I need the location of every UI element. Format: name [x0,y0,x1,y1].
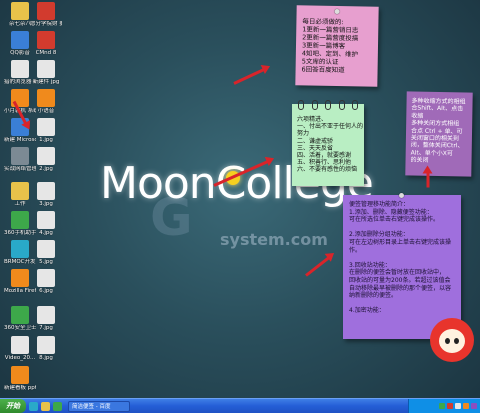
desktop-icon-label: 新建件 jpg [32,79,60,85]
app-icon [11,240,29,258]
desktop[interactable]: G MoonCollege system.com 杂七杂八 QQ影音 猎豹浏览器… [0,0,480,398]
image-file-icon [37,269,55,287]
image-file-icon [37,118,55,136]
folder-icon [11,182,29,200]
desktop-icon-label: 1.jpg [39,137,53,143]
desktop-icon[interactable]: CMnd 8 [30,31,62,56]
desktop-icon[interactable]: 4.jpg [30,211,62,236]
mascot-fox-icon[interactable] [430,318,474,362]
app-icon [37,89,55,107]
desktop-icon[interactable]: 小语音 [30,89,62,114]
sticky-note-text[interactable]: 便签管理移功能简介： 1.添加、删除、隐藏便签功能： 可在所选位单击右键完成该操… [349,201,455,315]
qq-video-icon [11,31,29,49]
start-button[interactable]: 开始 [0,399,26,413]
mascot-face [439,329,465,353]
desktop-icon-label: 8.jpg [39,355,53,361]
image-file-icon [37,211,55,229]
desktop-icon-label: 3.jpg [39,201,53,207]
mascot-eye [454,338,459,344]
desktop-icon-label: 7.jpg [39,325,53,331]
tray-network-icon[interactable] [463,403,469,409]
sticky-note-text[interactable]: 每日必须做的: 1更新一篇营销日志 2更新一篇营度投搞 3更新一篇博客 4知吧、… [302,17,375,74]
sticky-note-daily-tasks[interactable]: 每日必须做的: 1更新一篇营销日志 2更新一篇营度投搞 3更新一篇博客 4知吧、… [295,5,379,87]
red-arrow-icon [426,171,430,188]
image-file-icon [37,60,55,78]
security-icon [11,306,29,324]
sticky-note-shortcuts[interactable]: 多种收缩方式的相组 合Shift、Alt、点击 收缩 多种关闭方式相组 合点 C… [405,91,473,177]
phone-assistant-icon [11,211,29,229]
taskbar-window-button[interactable]: 简洁便签 - 百度 [68,400,130,412]
desktop-icon[interactable]: 5.jpg [30,240,62,265]
app-icon [11,147,29,165]
sticky-note-text[interactable]: 六项精进、 一、付出不亚于任何人的 努力 二、谦虚戒骄 三、天天反省 四、活着，… [297,116,363,174]
desktop-icon[interactable]: 新建件 jpg [30,60,62,85]
tray-app-icon[interactable] [439,403,445,409]
ie-quicklaunch-icon[interactable] [29,401,38,411]
red-arrow-icon [233,67,266,85]
image-file-icon [37,336,55,354]
app-icon [37,2,55,20]
red-arrow-icon [305,255,331,277]
system-tray [408,399,480,413]
desktop-icon-label: 小语音 [37,108,55,114]
taskbar: 开始 简洁便签 - 百度 [0,398,480,413]
image-file-icon [37,147,55,165]
tray-security-icon[interactable] [447,403,453,409]
video-file-icon [11,336,29,354]
sticky-note-features[interactable]: 便签管理移功能简介： 1.添加、删除、隐藏便签功能： 可在所选位单击右键完成该操… [343,193,461,339]
desktop-icon[interactable]: 2.jpg [30,147,62,172]
desktop-icon[interactable]: 愿分学院财 要引擎 [30,2,62,27]
folder-icon [11,2,29,20]
pdf-icon [37,31,55,49]
mascot-eye [445,338,450,344]
tray-ime-icon[interactable] [471,403,477,409]
desktop-icon-label: 5.jpg [39,259,53,265]
desktop-icon[interactable]: 3.jpg [30,182,62,207]
desktop-icon[interactable]: 6.jpg [30,269,62,294]
folder-quicklaunch-icon[interactable] [41,401,50,411]
desktop-icon[interactable]: 新建看板 ppt [4,366,36,391]
desktop-icon[interactable]: 8.jpg [30,336,62,361]
desktop-icon-label: 4.jpg [39,230,53,236]
ring-binder-icon [298,100,358,110]
desktop-icon[interactable]: 7.jpg [30,306,62,331]
pin-icon [334,8,340,15]
image-file-icon [37,306,55,324]
desktop-icon[interactable]: 1.jpg [30,118,62,143]
firefox-icon [11,269,29,287]
watermark-url: system.com [220,230,328,249]
ppt-file-icon [11,366,29,384]
sticky-note-text[interactable]: 多种收缩方式的相组 合Shift、Alt、点击 收缩 多种关闭方式相组 合点 C… [410,98,469,166]
desktop-icon-label: 2.jpg [39,166,53,172]
tray-volume-icon[interactable] [455,403,461,409]
image-file-icon [37,182,55,200]
desktop-icon-label: 新建看板 ppt [4,385,36,391]
desktop-icon-label: 愿分学院财 要引擎 [30,21,62,27]
app-quicklaunch-icon[interactable] [53,401,62,411]
text-file-icon [11,60,29,78]
pin-icon [399,193,404,198]
image-file-icon [37,240,55,258]
desktop-icon-label: 6.jpg [39,288,53,294]
sticky-note-six-principles[interactable]: 六项精进、 一、付出不亚于任何人的 努力 二、谦虚戒骄 三、天天反省 四、活着，… [292,100,364,186]
desktop-icon-label: CMnd 8 [35,50,57,56]
